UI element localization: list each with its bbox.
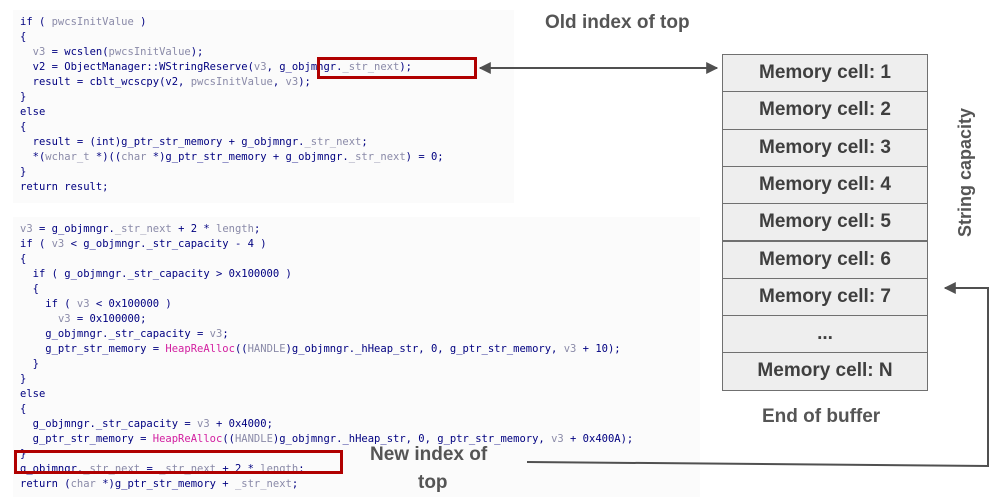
new-index-arrow [526, 282, 989, 468]
arrows-layer [478, 62, 989, 468]
